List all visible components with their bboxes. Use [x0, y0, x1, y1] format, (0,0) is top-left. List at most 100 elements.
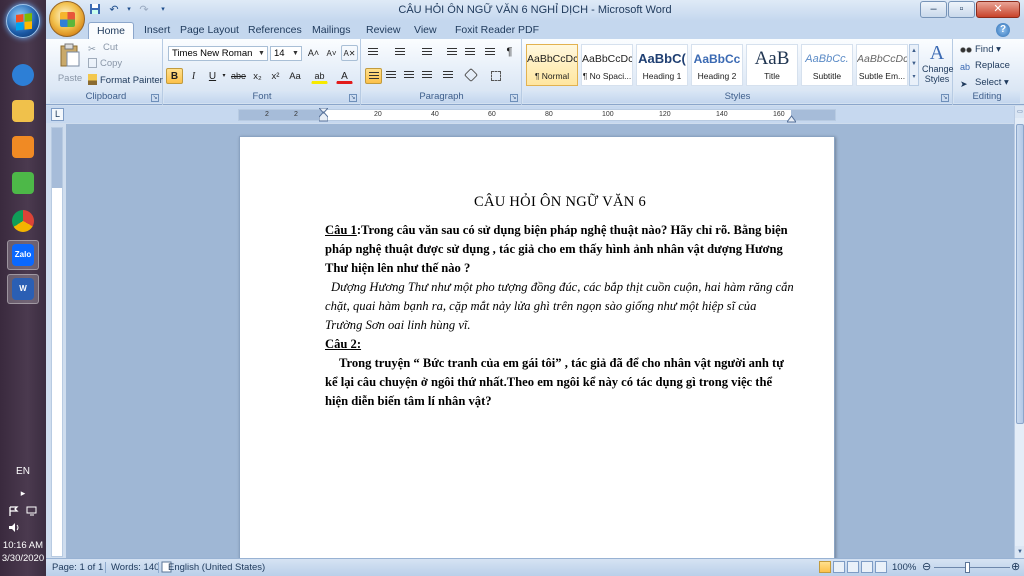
- tab-foxit-reader-pdf[interactable]: Foxit Reader PDF: [447, 22, 547, 39]
- scroll-down-icon[interactable]: ▼: [1015, 546, 1024, 558]
- select-button[interactable]: ➤ Select ▾: [960, 77, 1009, 90]
- word-count[interactable]: Words: 140: [111, 562, 159, 573]
- document-language[interactable]: English (United States): [168, 562, 265, 573]
- ruler-toggle-icon[interactable]: ▭: [1015, 106, 1024, 118]
- italic-button[interactable]: I: [185, 68, 202, 84]
- clock-date[interactable]: 3/30/2020: [0, 553, 46, 564]
- style-normal[interactable]: AaBbCcDc ¶ Normal: [526, 44, 578, 86]
- change-styles-button[interactable]: A Change Styles: [922, 42, 954, 84]
- line-spacing-button[interactable]: [440, 68, 457, 84]
- replace-button[interactable]: ab Replace: [960, 60, 1010, 73]
- text-highlight-button[interactable]: ab: [311, 68, 328, 84]
- cut-button[interactable]: ✂ Cut: [88, 42, 118, 55]
- taskbar-app-word[interactable]: W: [7, 274, 39, 304]
- draft-view-icon[interactable]: [875, 561, 887, 573]
- align-left-button[interactable]: [365, 68, 382, 84]
- page-count[interactable]: Page: 1 of 1: [52, 562, 103, 573]
- tab-page-layout[interactable]: Page Layout: [172, 22, 247, 39]
- paragraph-dialog-launcher[interactable]: ↘: [510, 94, 518, 102]
- bold-button[interactable]: B: [166, 68, 183, 84]
- sort-button[interactable]: [482, 45, 499, 61]
- minimize-button[interactable]: –: [920, 1, 947, 18]
- subscript-button[interactable]: x₂: [249, 68, 266, 84]
- print-layout-view-icon[interactable]: [819, 561, 831, 573]
- tab-home[interactable]: Home: [88, 22, 135, 39]
- justify-button[interactable]: [419, 68, 436, 84]
- language-indicator[interactable]: EN: [0, 466, 46, 477]
- zoom-level[interactable]: 100%: [892, 562, 916, 573]
- clipboard-dialog-launcher[interactable]: ↘: [151, 94, 159, 102]
- styles-dialog-launcher[interactable]: ↘: [941, 94, 949, 102]
- indent-marker-icon[interactable]: [319, 108, 328, 122]
- styles-gallery-scroll[interactable]: ▲ ▼ ▾: [909, 44, 919, 86]
- multilevel-list-button[interactable]: [419, 45, 436, 61]
- flag-icon[interactable]: [8, 506, 20, 517]
- font-dialog-launcher[interactable]: ↘: [349, 94, 357, 102]
- grow-font-button[interactable]: A˄: [305, 45, 322, 61]
- maximize-button[interactable]: ▫: [948, 1, 975, 18]
- align-right-button[interactable]: [401, 68, 418, 84]
- start-button[interactable]: [6, 4, 40, 38]
- style-subtle-emphasis[interactable]: AaBbCcDc Subtle Em...: [856, 44, 908, 86]
- document-page[interactable]: CÂU HỎI ÔN NGỮ VĂN 6 Câu 1:Trong câu văn…: [239, 136, 835, 558]
- tab-selector[interactable]: L: [51, 108, 64, 121]
- taskbar-app-explorer[interactable]: [7, 96, 39, 126]
- align-center-button[interactable]: [383, 68, 400, 84]
- document-body[interactable]: CÂU HỎI ÔN NGỮ VĂN 6 Câu 1:Trong câu văn…: [325, 193, 795, 411]
- shrink-font-button[interactable]: A˅: [323, 45, 340, 61]
- clock-time[interactable]: 10:16 AM: [0, 540, 46, 551]
- tab-review[interactable]: Review: [358, 22, 408, 39]
- zoom-slider[interactable]: [934, 567, 1010, 568]
- paste-button[interactable]: Paste: [54, 42, 86, 88]
- tab-view[interactable]: View: [406, 22, 445, 39]
- font-size-dropdown[interactable]: 14 ▼: [270, 46, 302, 61]
- style-heading-2[interactable]: AaBbCc Heading 2: [691, 44, 743, 86]
- volume-icon[interactable]: [8, 522, 20, 533]
- find-button[interactable]: Find ▾: [960, 43, 1001, 55]
- style-heading-1[interactable]: AaBbC(Heading 1: [636, 44, 688, 86]
- font-name-dropdown[interactable]: Times New Roman ▼: [168, 46, 268, 61]
- horizontal-ruler[interactable]: 2 2 20 40 60 80 100 120 140 160: [238, 108, 836, 123]
- decrease-indent-button[interactable]: [444, 45, 461, 61]
- change-case-button[interactable]: Aa: [285, 68, 305, 84]
- underline-dropdown-icon[interactable]: ▾: [220, 68, 228, 84]
- office-button[interactable]: [49, 1, 85, 37]
- bullets-button[interactable]: [365, 45, 382, 61]
- taskbar-app-chrome[interactable]: [7, 206, 39, 236]
- close-button[interactable]: ✕: [976, 1, 1020, 18]
- clear-formatting-button[interactable]: A✕: [341, 45, 358, 61]
- increase-indent-button[interactable]: [462, 45, 479, 61]
- borders-button[interactable]: [488, 68, 505, 84]
- style-no-spacing[interactable]: AaBbCcDc ¶ No Spaci...: [581, 44, 633, 86]
- strikethrough-button[interactable]: abe: [230, 68, 247, 84]
- format-painter-button[interactable]: Format Painter: [88, 74, 163, 86]
- scrollbar-thumb[interactable]: [1016, 124, 1024, 424]
- help-icon[interactable]: ?: [996, 23, 1010, 37]
- taskbar-app-ie[interactable]: [7, 60, 39, 90]
- zoom-in-icon[interactable]: ⊕: [1011, 560, 1020, 573]
- underline-button[interactable]: U: [204, 68, 221, 84]
- zoom-out-icon[interactable]: ⊖: [922, 560, 931, 573]
- outline-view-icon[interactable]: [861, 561, 873, 573]
- taskbar-app-zalo[interactable]: Zalo: [7, 240, 39, 270]
- zoom-slider-thumb[interactable]: [965, 562, 970, 573]
- show-hidden-icons-chevron[interactable]: ▸: [0, 488, 46, 499]
- style-title[interactable]: AaB Title: [746, 44, 798, 86]
- network-icon[interactable]: [26, 506, 38, 517]
- style-subtitle[interactable]: AaBbCc. Subtitle: [801, 44, 853, 86]
- show-hide-button[interactable]: ¶: [501, 45, 518, 61]
- right-indent-marker-icon[interactable]: [787, 113, 796, 123]
- full-screen-reading-view-icon[interactable]: [833, 561, 845, 573]
- web-layout-view-icon[interactable]: [847, 561, 859, 573]
- copy-button[interactable]: Copy: [88, 58, 122, 69]
- font-color-button[interactable]: A: [336, 68, 353, 84]
- superscript-button[interactable]: x²: [267, 68, 284, 84]
- numbering-button[interactable]: [392, 45, 409, 61]
- vertical-ruler[interactable]: [51, 127, 63, 557]
- tab-references[interactable]: References: [240, 22, 310, 39]
- taskbar-app-media-player[interactable]: [7, 132, 39, 162]
- vertical-scrollbar[interactable]: ▭ ▼: [1014, 106, 1024, 558]
- taskbar-app-green-app[interactable]: [7, 168, 39, 198]
- tab-mailings[interactable]: Mailings: [304, 22, 359, 39]
- shading-button[interactable]: [463, 67, 480, 84]
